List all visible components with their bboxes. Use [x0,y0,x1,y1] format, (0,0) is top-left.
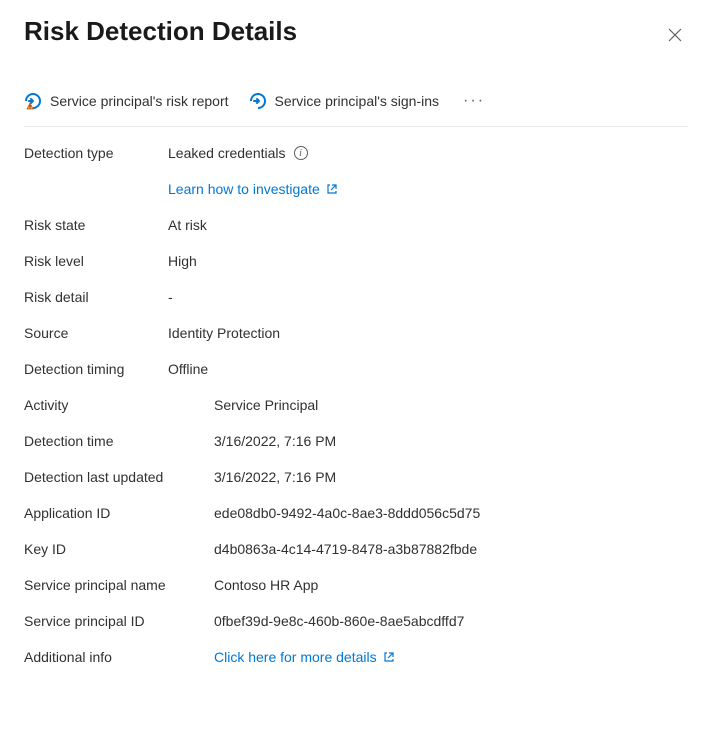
detection-type-label: Detection type [24,145,168,197]
investigate-link-text: Learn how to investigate [168,181,320,197]
details-section-2: Activity Service Principal Detection tim… [24,397,688,665]
detection-timing-label: Detection timing [24,361,168,377]
risk-detail-label: Risk detail [24,289,168,305]
detection-time-value: 3/16/2022, 7:16 PM [214,433,688,449]
enter-arrow-icon [249,92,267,110]
details-section-1: Detection type Leaked credentials i Lear… [24,145,688,377]
key-id-label: Key ID [24,541,214,557]
additional-info-value: Click here for more details [214,649,688,665]
external-link-icon [383,651,395,663]
sp-name-value: Contoso HR App [214,577,688,593]
more-details-link[interactable]: Click here for more details [214,649,395,665]
risk-detail-value: - [168,289,688,305]
additional-info-label: Additional info [24,649,214,665]
risk-report-label: Service principal's risk report [50,93,229,109]
ellipsis-icon: ··· [463,92,485,109]
source-label: Source [24,325,168,341]
sign-ins-label: Service principal's sign-ins [275,93,440,109]
key-id-value: d4b0863a-4c14-4719-8478-a3b87882fbde [214,541,688,557]
risk-state-value: At risk [168,217,688,233]
info-icon[interactable]: i [294,146,308,160]
more-actions-button[interactable]: ··· [459,88,489,114]
risk-detection-details-panel: Risk Detection Details Service principal… [0,0,712,689]
source-value: Identity Protection [168,325,688,341]
more-details-link-text: Click here for more details [214,649,377,665]
detection-timing-value: Offline [168,361,688,377]
activity-label: Activity [24,397,214,413]
risk-level-value: High [168,253,688,269]
close-button[interactable] [662,22,688,52]
close-icon [668,29,682,46]
detection-type-value-stack: Leaked credentials i Learn how to invest… [168,145,688,197]
activity-value: Service Principal [214,397,688,413]
risk-state-label: Risk state [24,217,168,233]
sp-name-label: Service principal name [24,577,214,593]
detection-last-updated-label: Detection last updated [24,469,214,485]
page-title: Risk Detection Details [24,16,297,47]
detection-time-label: Detection time [24,433,214,449]
sp-id-value: 0fbef39d-9e8c-460b-860e-8ae5abcdffd7 [214,613,688,629]
enter-arrow-warning-icon [24,92,42,110]
risk-report-button[interactable]: Service principal's risk report [24,92,229,110]
application-id-label: Application ID [24,505,214,521]
sp-id-label: Service principal ID [24,613,214,629]
detection-type-value-row: Leaked credentials i [168,145,688,161]
external-link-icon [326,183,338,195]
panel-header: Risk Detection Details [24,16,688,52]
risk-level-label: Risk level [24,253,168,269]
toolbar: Service principal's risk report Service … [24,88,688,127]
detection-last-updated-value: 3/16/2022, 7:16 PM [214,469,688,485]
detection-type-value: Leaked credentials [168,145,286,161]
application-id-value: ede08db0-9492-4a0c-8ae3-8ddd056c5d75 [214,505,688,521]
investigate-link[interactable]: Learn how to investigate [168,181,688,197]
sign-ins-button[interactable]: Service principal's sign-ins [249,92,440,110]
